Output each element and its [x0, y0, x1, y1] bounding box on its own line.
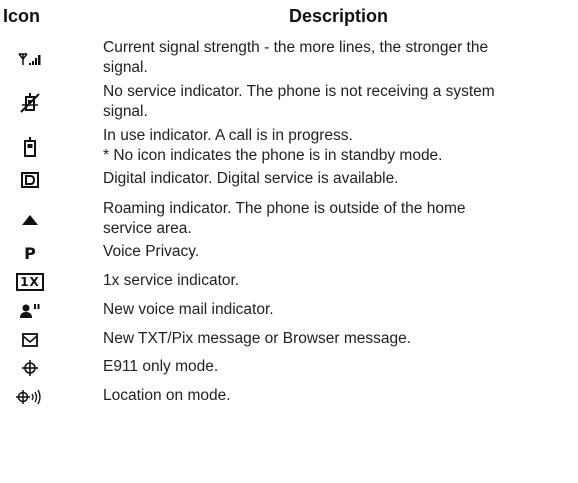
location-on-icon: [0, 386, 60, 408]
voice-mail-icon: [0, 300, 60, 322]
row-description: Voice Privacy.: [103, 243, 200, 260]
row-description: E911 only mode.: [103, 358, 219, 375]
e911-icon: [0, 357, 60, 379]
in-use-icon: [0, 134, 60, 160]
row-description: No service indicator. The phone is not r…: [103, 83, 495, 120]
row-description: 1x service indicator.: [103, 272, 240, 289]
row-description: New TXT/Pix message or Browser message.: [103, 330, 412, 347]
1x-service-icon: 1X: [0, 271, 60, 293]
description-column-header: Description: [289, 6, 389, 26]
roaming-icon: [0, 207, 60, 233]
row-description: New voice mail indicator.: [103, 301, 274, 318]
row-description: Digital indicator. Digital service is av…: [103, 170, 399, 187]
row-description: Roaming indicator. The phone is outside …: [103, 200, 466, 237]
row-description: Current signal strength - the more lines…: [103, 39, 489, 76]
voice-privacy-icon: P: [24, 243, 36, 263]
row-description: Location on mode.: [103, 387, 231, 404]
digital-icon: [0, 169, 60, 191]
icon-column-header: Icon: [3, 6, 41, 26]
no-service-icon: [0, 90, 60, 116]
message-icon: [0, 329, 60, 351]
row-description: In use indicator. A call is in progress.…: [103, 127, 443, 164]
signal-strength-icon: [0, 46, 60, 72]
